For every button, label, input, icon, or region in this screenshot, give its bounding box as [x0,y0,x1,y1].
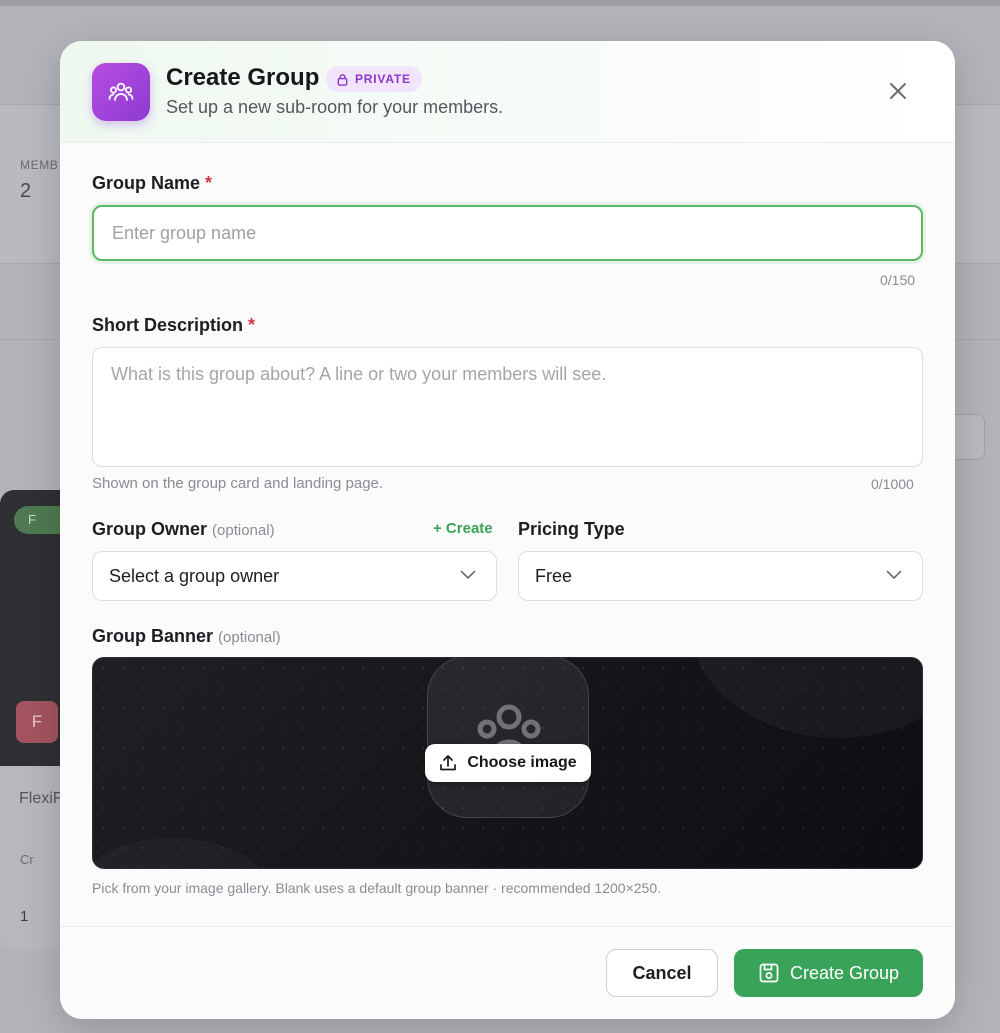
description-label-text: Short Description [92,315,244,335]
choose-image-label: Choose image [467,754,577,771]
private-badge: PRIVATE [326,66,422,92]
close-icon [890,83,906,99]
create-group-button[interactable]: Create Group [734,949,923,997]
description-counter: 0/1000 [871,476,914,492]
pricing-type-value: Free [535,565,573,586]
modal-header: Create Group PRIVATE Set up a new sub-ro… [60,41,955,143]
owner-label: Group Owner (optional) [92,519,275,540]
optional-tag: (optional) [212,522,275,539]
members-stat-label: MEMB [20,158,59,172]
footer-divider [60,926,955,927]
chevron-down-icon [460,570,476,580]
create-owner-link[interactable]: + Create [433,520,493,537]
lock-icon [337,73,348,86]
banner-preview[interactable]: Choose image [92,657,923,869]
group-card-members: 1 [20,908,29,925]
group-name-input[interactable] [92,205,923,261]
banner-label-text: Group Banner [92,626,214,646]
close-button[interactable] [886,79,910,103]
description-hint: Shown on the group card and landing page… [92,475,384,492]
group-name-counter: 0/150 [880,272,916,288]
group-owner-select[interactable]: Select a group owner [92,551,497,601]
pricing-type-select[interactable]: Free [518,551,923,601]
group-card-created: Cr [20,852,34,867]
save-icon [759,963,779,983]
private-badge-label: PRIVATE [355,72,411,86]
modal-subtitle: Set up a new sub-room for your members. [166,97,504,117]
modal-title: Create Group [166,64,320,91]
create-group-label: Create Group [789,962,900,983]
choose-image-button[interactable]: Choose image [425,744,591,782]
group-card-avatar: F [16,701,58,743]
required-mark: * [248,315,256,335]
pricing-label: Pricing Type [518,519,625,539]
group-name-label: Group Name * [92,173,212,194]
chevron-down-icon [886,570,902,580]
optional-tag: (optional) [218,629,281,646]
banner-label: Group Banner (optional) [92,626,281,647]
group-owner-value: Select a group owner [109,565,280,586]
members-stat-value: 2 [20,180,32,202]
banner-placeholder-tile [427,658,589,818]
create-group-modal: Create Group PRIVATE Set up a new sub-ro… [60,41,955,1019]
owner-label-text: Group Owner [92,519,208,539]
users-group-icon [92,63,150,121]
banner-hint: Pick from your image gallery. Blank uses… [92,880,662,896]
cancel-button[interactable]: Cancel [606,949,718,997]
description-textarea[interactable] [92,347,923,467]
required-mark: * [205,173,213,193]
group-card-name: FlexiF [19,790,63,807]
top-bar [0,0,1000,6]
upload-icon [440,755,457,771]
description-label: Short Description * [92,315,255,336]
group-name-label-text: Group Name [92,173,201,193]
